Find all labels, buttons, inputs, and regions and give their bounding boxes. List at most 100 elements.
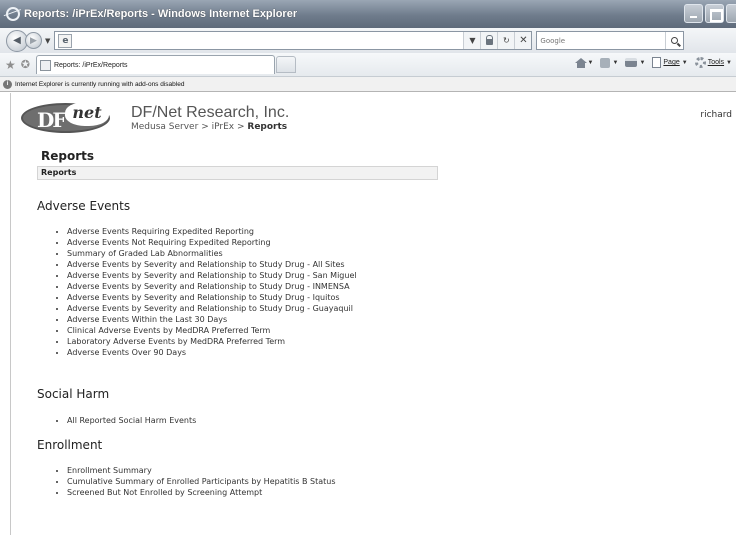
feeds-icon: [600, 57, 611, 68]
report-link[interactable]: Adverse Events by Severity and Relations…: [67, 282, 350, 291]
report-link[interactable]: Cumulative Summary of Enrolled Participa…: [67, 477, 336, 486]
history-dropdown-icon[interactable]: ▼: [45, 37, 50, 45]
report-link[interactable]: All Reported Social Harm Events: [67, 416, 196, 425]
lock-icon[interactable]: [480, 32, 498, 49]
tools-menu-label: Tools: [707, 59, 725, 66]
search-input[interactable]: [537, 33, 658, 48]
list-item: Adverse Events by Severity and Relations…: [67, 281, 447, 292]
report-link[interactable]: Enrollment Summary: [67, 466, 152, 475]
list-item: Clinical Adverse Events by MedDRA Prefer…: [67, 325, 447, 336]
page-dropdown-icon: ▼: [681, 59, 688, 66]
feeds-dropdown-icon: ▼: [612, 59, 619, 66]
enrollment-list: Enrollment Summary Cumulative Summary of…: [67, 465, 447, 498]
address-dropdown-icon[interactable]: ▼: [463, 32, 481, 49]
gear-icon: [694, 57, 706, 68]
list-item: Adverse Events by Severity and Relations…: [67, 303, 447, 314]
adverse-events-list: Adverse Events Requiring Expedited Repor…: [67, 226, 447, 358]
report-link[interactable]: Adverse Events by Severity and Relations…: [67, 304, 353, 313]
stop-icon[interactable]: ✕: [514, 32, 532, 49]
close-button[interactable]: [726, 4, 736, 23]
address-bar[interactable]: e ▼ ↻ ✕: [54, 31, 533, 50]
user-name[interactable]: richard: [700, 110, 732, 120]
tools-dropdown-icon: ▼: [726, 59, 732, 66]
breadcrumb-current: Reports: [247, 122, 288, 132]
page-menu-button[interactable]: Page ▼: [652, 57, 688, 68]
forward-button[interactable]: ▶: [25, 32, 42, 49]
tools-menu-button[interactable]: Tools ▼: [694, 57, 732, 68]
list-item: Adverse Events Over 90 Days: [67, 347, 447, 358]
social-harm-list: All Reported Social Harm Events: [67, 415, 447, 426]
info-icon: i: [3, 79, 12, 89]
report-link[interactable]: Adverse Events by Severity and Relations…: [67, 260, 345, 269]
dfnet-logo[interactable]: DF net: [21, 101, 111, 134]
tab-page-icon: [39, 59, 51, 71]
report-link[interactable]: Adverse Events by Severity and Relations…: [67, 293, 340, 302]
report-link[interactable]: Adverse Events by Severity and Relations…: [67, 271, 357, 280]
section-heading-social-harm: Social Harm: [37, 387, 110, 401]
page-menu-label: Page: [663, 59, 680, 66]
ie-icon: [6, 7, 20, 21]
search-button[interactable]: [665, 32, 683, 49]
logo-df-text: DF: [37, 108, 67, 132]
report-link[interactable]: Clinical Adverse Events by MedDRA Prefer…: [67, 326, 270, 335]
favorites-bar: ★ ✪ Reports: /iPrEx/Reports ▼ ▼ ▼ Page ▼ …: [0, 53, 736, 77]
section-bar: Reports: [37, 166, 438, 180]
section-heading-enrollment: Enrollment: [37, 438, 103, 452]
page-title: Reports: [41, 149, 95, 163]
report-link[interactable]: Screened But Not Enrolled by Screening A…: [67, 488, 262, 497]
list-item: Enrollment Summary: [67, 465, 447, 476]
print-button[interactable]: ▼: [625, 58, 645, 67]
new-tab-button[interactable]: [275, 56, 296, 73]
breadcrumb: Medusa Server > iPrEx > Reports: [131, 122, 287, 132]
print-dropdown-icon: ▼: [639, 59, 646, 66]
add-favorites-icon[interactable]: ✪: [21, 58, 30, 71]
address-tools: ▼ ↻ ✕: [463, 32, 532, 49]
breadcrumb-medusa-server[interactable]: Medusa Server: [131, 122, 198, 132]
breadcrumb-separator: >: [236, 122, 245, 132]
list-item: Adverse Events Not Requiring Expedited R…: [67, 237, 447, 248]
report-link[interactable]: Adverse Events Not Requiring Expedited R…: [67, 238, 271, 247]
home-icon: [574, 57, 587, 68]
window-titlebar: Reports: /iPrEx/Reports - Windows Intern…: [0, 0, 736, 28]
logo-net-text: net: [65, 102, 109, 126]
breadcrumb-separator: >: [201, 122, 209, 132]
search-icon: [671, 37, 679, 44]
section-heading-adverse-events: Adverse Events: [37, 199, 131, 213]
list-item: Adverse Events by Severity and Relations…: [67, 259, 447, 270]
tab-reports[interactable]: Reports: /iPrEx/Reports: [35, 55, 275, 74]
information-bar[interactable]: i Internet Explorer is currently running…: [0, 77, 736, 92]
list-item: Screened But Not Enrolled by Screening A…: [67, 487, 447, 498]
list-item: Adverse Events by Severity and Relations…: [67, 270, 407, 281]
infobar-text: Internet Explorer is currently running w…: [15, 80, 185, 88]
company-name: DF/Net Research, Inc.: [131, 104, 290, 121]
report-link[interactable]: Adverse Events Over 90 Days: [67, 348, 186, 357]
list-item: Adverse Events by Severity and Relations…: [67, 292, 447, 303]
list-item: Adverse Events Within the Last 30 Days: [67, 314, 447, 325]
report-link[interactable]: Adverse Events Requiring Expedited Repor…: [67, 227, 254, 236]
page-menu-icon: [652, 57, 662, 68]
search-box: [536, 31, 685, 50]
list-item: Laboratory Adverse Events by MedDRA Pref…: [67, 336, 447, 347]
report-link[interactable]: Adverse Events Within the Last 30 Days: [67, 315, 227, 324]
tab-label: Reports: /iPrEx/Reports: [53, 61, 128, 69]
list-item: Summary of Graded Lab Abnormalities: [67, 248, 447, 259]
page-icon: e: [58, 33, 73, 48]
page-viewport: DF net DF/Net Research, Inc. Medusa Serv…: [10, 93, 736, 535]
home-button[interactable]: ▼: [574, 57, 593, 68]
print-icon: [625, 58, 638, 67]
list-item: All Reported Social Harm Events: [67, 415, 447, 426]
navigation-bar: ◀ ▶ ▼ e ▼ ↻ ✕: [0, 28, 736, 53]
refresh-icon[interactable]: ↻: [497, 32, 515, 49]
minimize-button[interactable]: [684, 4, 703, 23]
maximize-button[interactable]: [705, 4, 724, 23]
command-bar: ▼ ▼ ▼ Page ▼ Tools ▼: [574, 57, 736, 68]
list-item: Cumulative Summary of Enrolled Participa…: [67, 476, 447, 487]
list-item: Adverse Events Requiring Expedited Repor…: [67, 226, 447, 237]
report-link[interactable]: Summary of Graded Lab Abnormalities: [67, 249, 223, 258]
feeds-button[interactable]: ▼: [600, 57, 619, 68]
window-controls: [684, 4, 736, 23]
window-title: Reports: /iPrEx/Reports - Windows Intern…: [24, 8, 298, 20]
breadcrumb-iprex[interactable]: iPrEx: [212, 122, 234, 132]
favorites-star-icon[interactable]: ★: [5, 58, 16, 72]
report-link[interactable]: Laboratory Adverse Events by MedDRA Pref…: [67, 337, 285, 346]
